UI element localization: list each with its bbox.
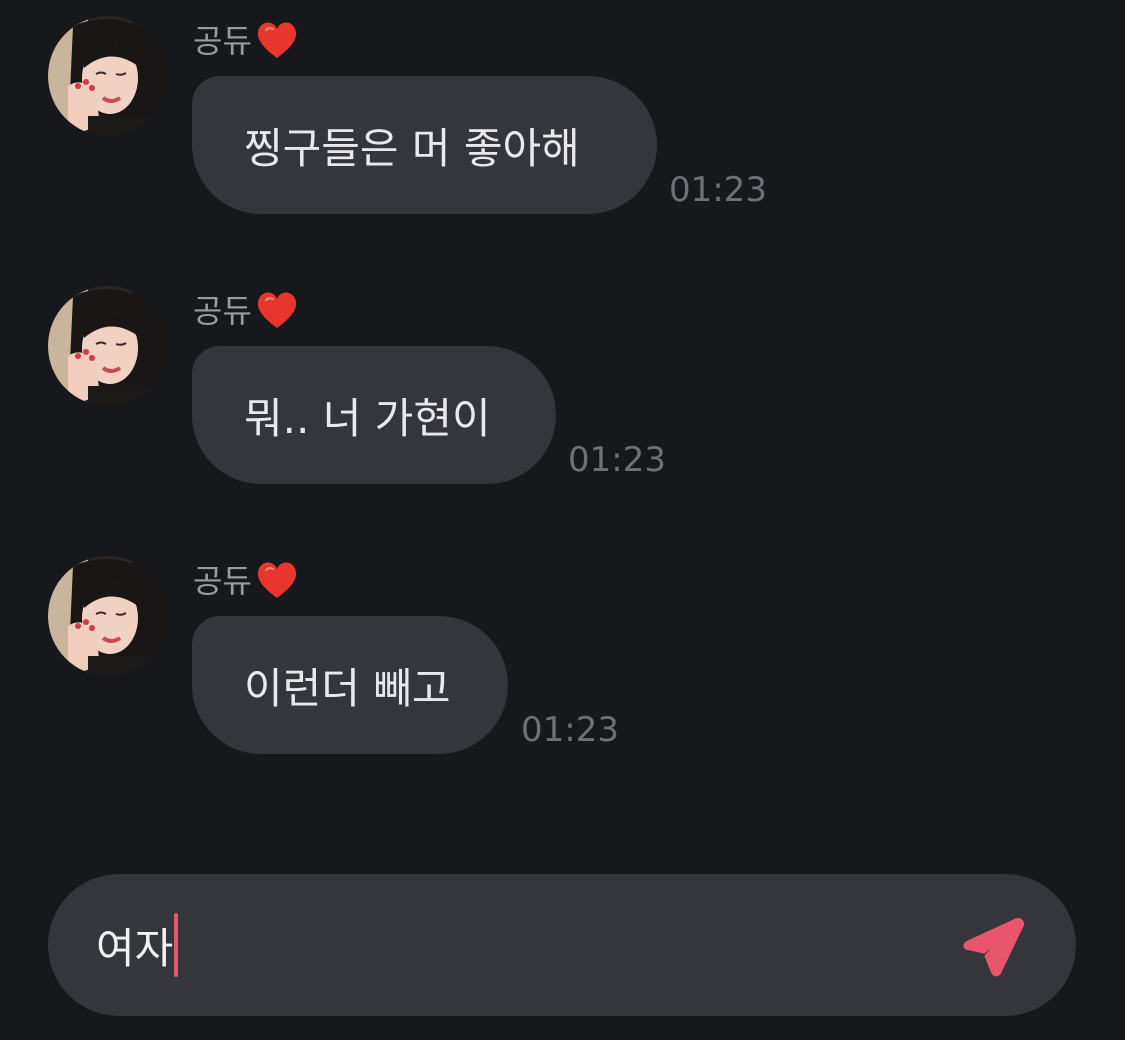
message-bubble[interactable]: 이런더 빼고: [192, 616, 508, 754]
message-bubble[interactable]: 뭐.. 너 가현이: [192, 346, 556, 484]
text-caret: [174, 913, 179, 977]
message-text: 이런더 빼고: [244, 663, 451, 713]
heart-icon: [257, 562, 297, 598]
sender-label: 공듀: [193, 18, 300, 64]
avatar-photo-icon: [48, 16, 168, 136]
avatar[interactable]: [48, 556, 168, 676]
message-timestamp: 01:23: [568, 440, 666, 480]
message-input-value: 여자: [96, 923, 174, 973]
sender-label: 공듀: [193, 558, 300, 604]
avatar[interactable]: [48, 286, 168, 406]
sender-name: 공듀: [193, 22, 252, 60]
message-text: 뭐.. 너 가현이: [244, 393, 491, 443]
message-group: 공듀 뭐.. 너 가현이 01:23: [0, 270, 1125, 510]
avatar-photo-icon: [48, 286, 168, 406]
message-group: 공듀 이런더 빼고 01:23: [0, 540, 1125, 780]
message-group: 공듀 찡구들은 머 좋아해 01:23: [0, 0, 1125, 240]
message-text: 찡구들은 머 좋아해: [244, 123, 580, 173]
send-button[interactable]: [958, 910, 1030, 982]
message-bubble[interactable]: 찡구들은 머 좋아해: [192, 76, 657, 214]
heart-icon: [257, 292, 297, 328]
chat-thread: 공듀 찡구들은 머 좋아해 01:23 공듀 뭐.. 너 가현이 01:23 공…: [0, 0, 1125, 860]
sender-label: 공듀: [193, 288, 300, 334]
heart-icon: [257, 22, 297, 59]
sender-name: 공듀: [193, 292, 252, 330]
avatar-photo-icon: [48, 556, 168, 676]
message-input[interactable]: 여자: [96, 874, 179, 1016]
avatar[interactable]: [48, 16, 168, 136]
message-timestamp: 01:23: [669, 170, 767, 210]
sender-name: 공듀: [193, 562, 252, 600]
message-timestamp: 01:23: [521, 710, 619, 750]
paper-plane-icon: [963, 918, 1024, 977]
message-composer: 여자: [48, 874, 1076, 1016]
